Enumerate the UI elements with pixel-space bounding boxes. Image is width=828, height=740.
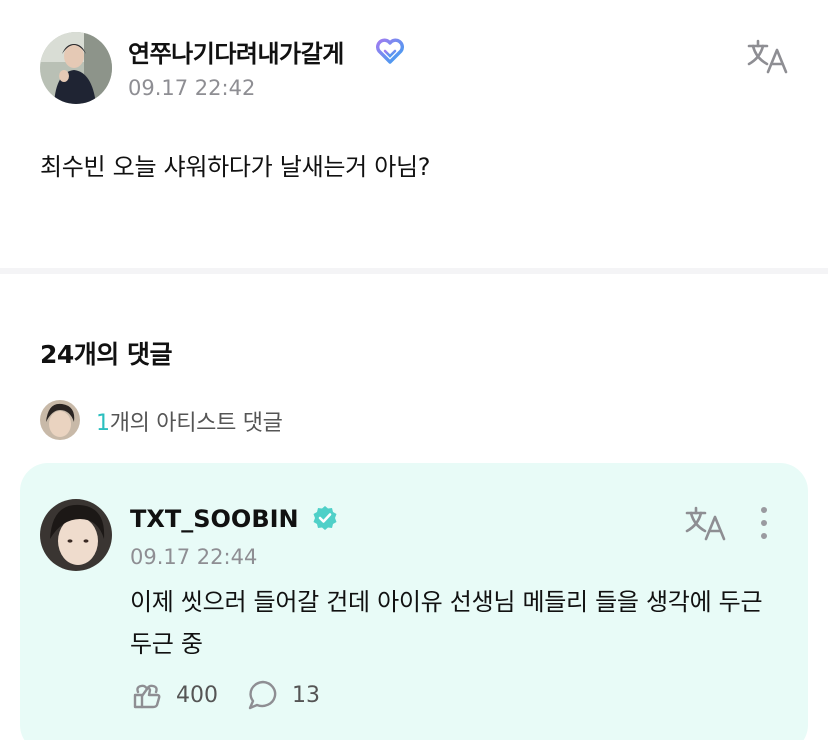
post-author-avatar[interactable] (40, 32, 112, 104)
section-divider (0, 268, 828, 274)
post: 연쭈나기다려내가갈게 09.17 22:42 최수빈 오늘 샤워하다가 날새는거… (0, 0, 828, 268)
comment-timestamp: 09.17 22:44 (130, 545, 258, 569)
comment-body-text: 이제 씻으러 들어갈 건데 아이유 선생님 메들리 들을 생각에 두근두근 중 (130, 588, 763, 658)
post-timestamp: 09.17 22:42 (128, 76, 256, 100)
artist-comment-label: 개의 아티스트 댓글 (109, 411, 283, 436)
artist-avatar[interactable] (40, 400, 80, 440)
comment-count-heading: 24개의 댓글 (40, 340, 173, 369)
more-vertical-icon[interactable] (758, 507, 770, 543)
artist-comment-count: 1 (96, 411, 110, 436)
comment-author-avatar[interactable] (40, 499, 112, 571)
like-button[interactable]: 400 (130, 677, 218, 713)
comment-author-name[interactable]: TXT_SOOBIN (130, 505, 299, 533)
reply-button[interactable]: 13 (246, 677, 320, 713)
like-icon (133, 684, 161, 709)
post-body-text: 최수빈 오늘 샤워하다가 날새는거 아님? (40, 153, 431, 181)
artist-comment-card: TXT_SOOBIN 09.17 22:44 이제 씻으러 들어갈 건데 아이유… (20, 463, 808, 740)
translate-icon[interactable] (684, 505, 728, 541)
reply-bubble-icon (248, 680, 277, 710)
verified-check-icon (312, 505, 338, 531)
like-count: 400 (176, 682, 218, 708)
translate-icon[interactable] (746, 38, 790, 74)
reply-count: 13 (292, 682, 320, 708)
heart-badge-icon (376, 38, 404, 64)
artist-comment-link[interactable]: 1개의 아티스트 댓글 (96, 405, 283, 437)
post-author-name[interactable]: 연쭈나기다려내가갈게 (128, 34, 344, 69)
